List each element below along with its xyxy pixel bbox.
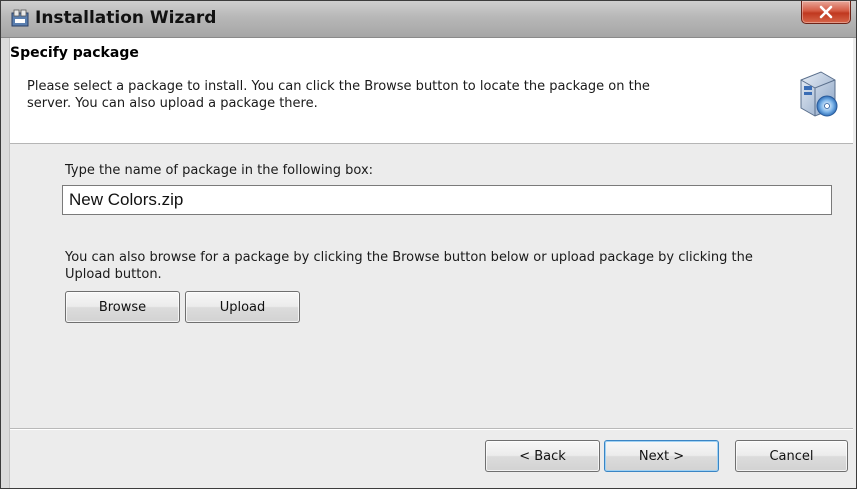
- next-button[interactable]: Next >: [604, 440, 719, 472]
- footer-divider: [10, 428, 853, 430]
- hint-line: Upload button.: [65, 267, 162, 282]
- page-title: Specify package: [10, 45, 139, 61]
- package-name-label: Type the name of package in the followin…: [65, 163, 374, 178]
- description-line: Please select a package to install. You …: [27, 79, 650, 94]
- window-left-border: [1, 38, 10, 488]
- page-description: Please select a package to install. You …: [27, 78, 787, 112]
- browse-upload-hint: You can also browse for a package by cli…: [65, 249, 753, 283]
- window-title: Installation Wizard: [35, 8, 217, 28]
- package-name-input[interactable]: [62, 185, 832, 215]
- back-button[interactable]: < Back: [485, 440, 600, 472]
- cancel-button[interactable]: Cancel: [735, 440, 848, 472]
- installation-wizard-window: Installation Wizard Specify package Plea…: [0, 0, 857, 489]
- description-line: server. You can also upload a package th…: [27, 96, 318, 111]
- hint-line: You can also browse for a package by cli…: [65, 250, 753, 265]
- close-button[interactable]: [801, 1, 851, 24]
- package-install-icon: [795, 68, 841, 120]
- upload-button[interactable]: Upload: [185, 291, 300, 323]
- header-panel: Specify package Please select a package …: [10, 38, 853, 144]
- title-bar[interactable]: Installation Wizard: [1, 1, 856, 38]
- browse-button[interactable]: Browse: [65, 291, 180, 323]
- installer-app-icon: [11, 9, 29, 27]
